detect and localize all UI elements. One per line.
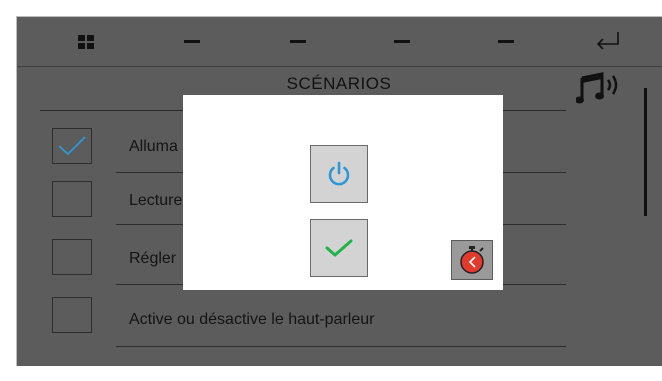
dash-icon[interactable]	[180, 36, 204, 46]
dash-icon[interactable]	[286, 36, 310, 46]
checkbox[interactable]	[52, 128, 92, 164]
list-item-label: Active ou désactive le haut-parleur	[129, 311, 375, 328]
timer-icon	[460, 246, 484, 274]
top-bar-divider	[16, 66, 662, 67]
scrollbar[interactable]	[644, 88, 647, 216]
frame-border	[16, 16, 662, 17]
scenario-dialog	[183, 95, 503, 290]
checkbox[interactable]	[52, 181, 92, 217]
return-arrow-icon[interactable]	[592, 28, 624, 54]
confirm-button[interactable]	[310, 219, 368, 277]
list-item-label: Alluma	[129, 138, 178, 155]
check-icon	[58, 136, 86, 156]
check-icon	[325, 239, 353, 257]
list-item-label: Lecture	[129, 192, 183, 209]
list-item-label: Régler	[129, 250, 177, 267]
checkbox[interactable]	[52, 239, 92, 275]
grid-icon[interactable]	[76, 32, 96, 52]
dash-icon[interactable]	[390, 36, 414, 46]
checkbox[interactable]	[52, 297, 92, 333]
top-bar	[16, 16, 662, 66]
row-divider	[116, 346, 566, 347]
timer-button[interactable]	[451, 240, 493, 280]
power-button[interactable]	[310, 145, 368, 203]
power-icon	[328, 161, 350, 186]
frame-border	[16, 16, 17, 366]
page-title: SCÉNARIOS	[286, 74, 392, 93]
list-item[interactable]: Active ou désactive le haut-parleur	[16, 294, 576, 352]
dash-icon[interactable]	[494, 36, 518, 46]
music-speaker-icon[interactable]	[575, 68, 624, 113]
